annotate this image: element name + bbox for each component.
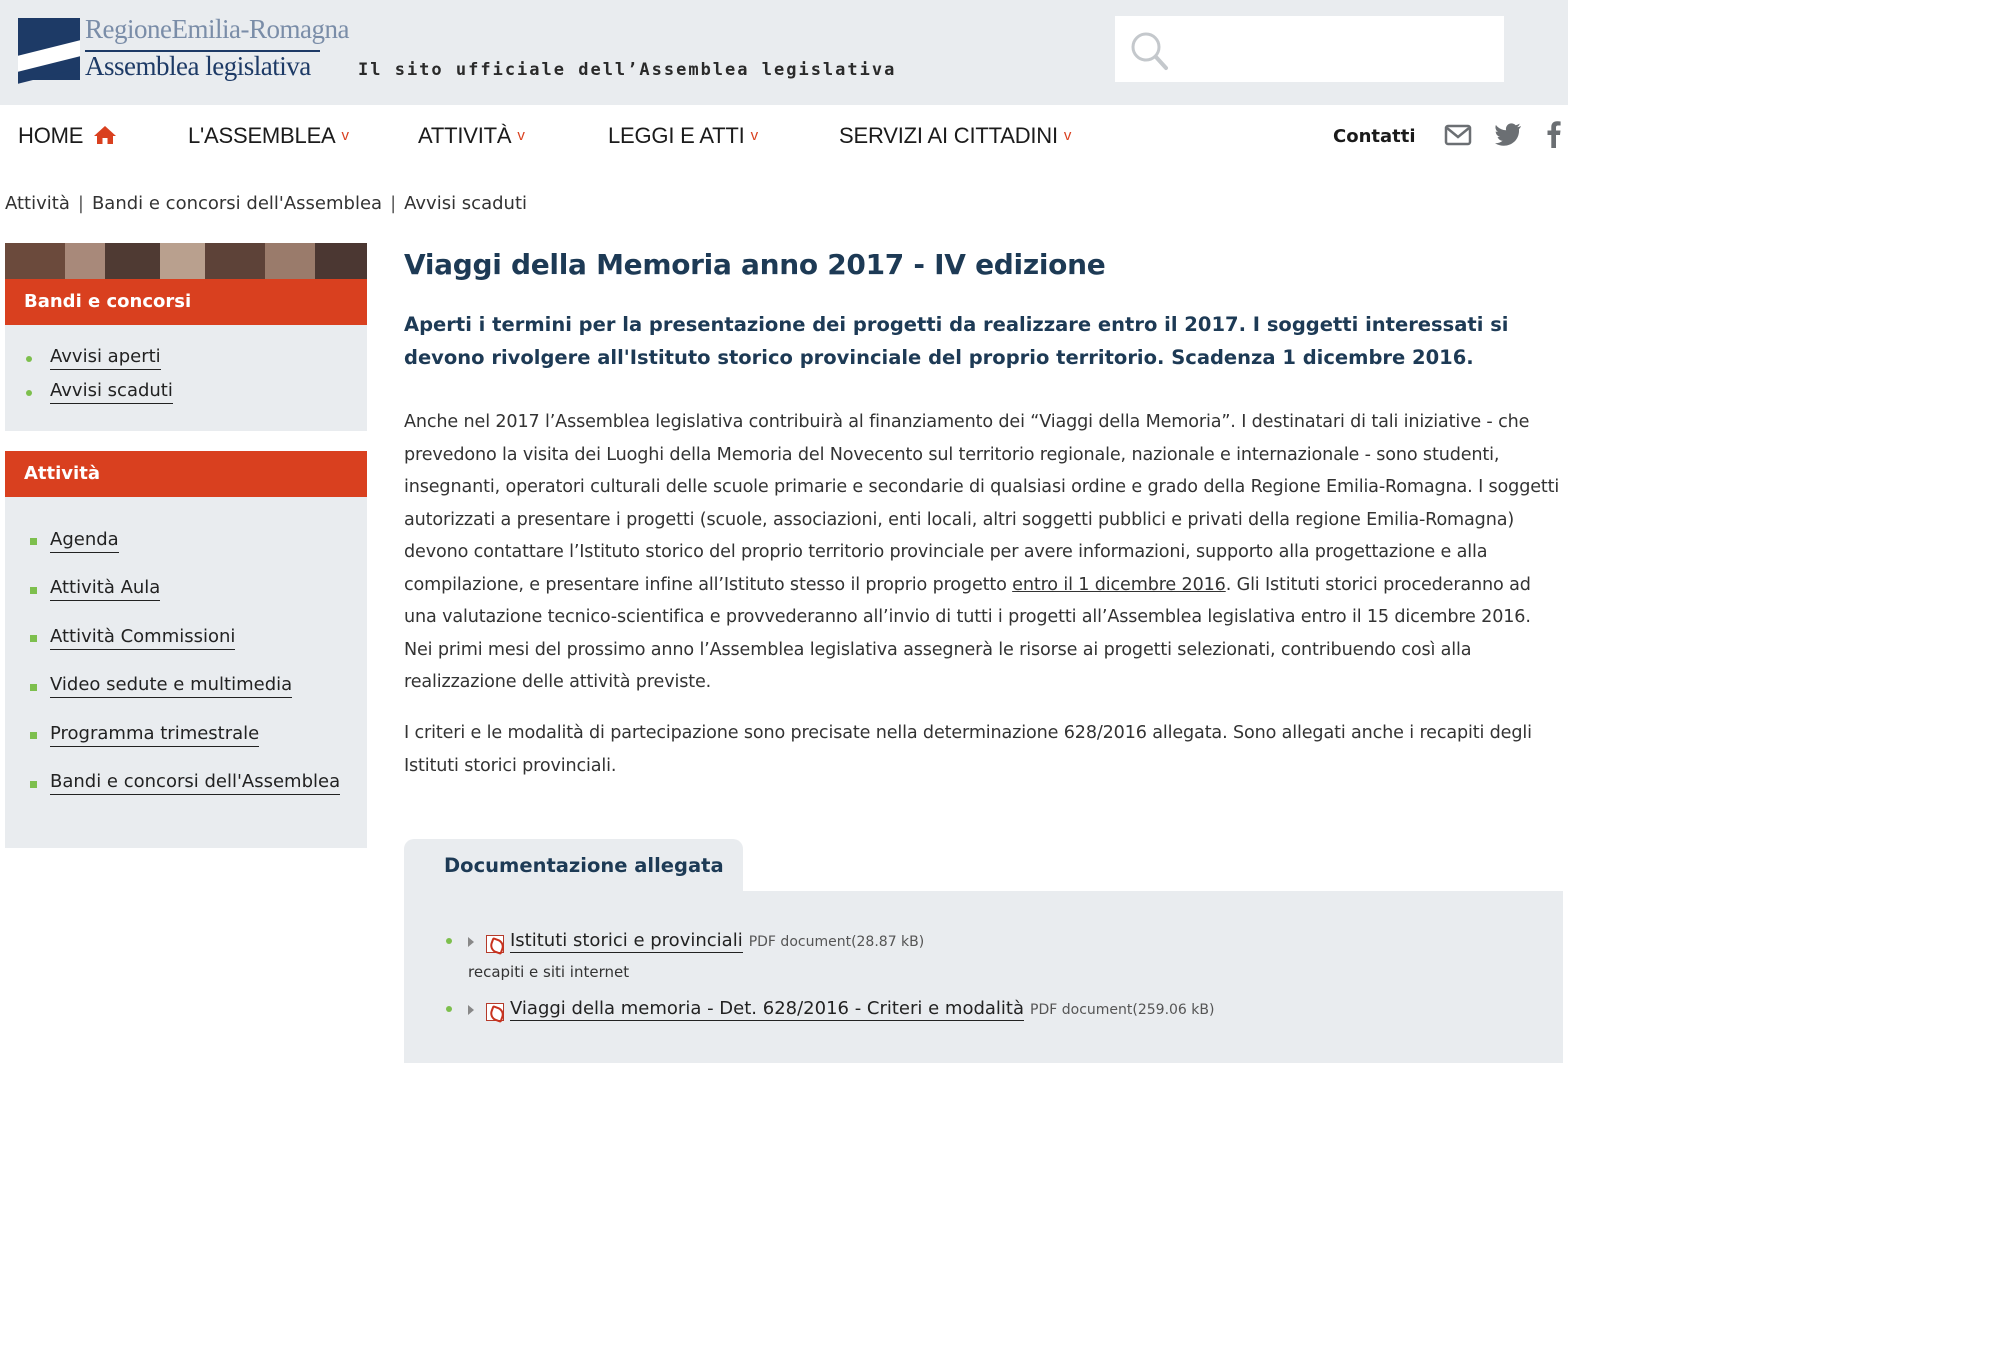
- site-logo[interactable]: RegioneEmilia-Romagna Assemblea legislat…: [16, 14, 349, 86]
- page-title: Viaggi della Memoria anno 2017 - IV ediz…: [404, 248, 1106, 281]
- attachment-item: Viaggi della memoria - Det. 628/2016 - C…: [510, 998, 1215, 1021]
- nav-attivita[interactable]: ATTIVITÀ v: [418, 123, 525, 149]
- deadline-link[interactable]: entro il 1 dicembre 2016: [1012, 575, 1226, 595]
- breadcrumb-item[interactable]: Attività: [5, 193, 70, 214]
- attachments-tab[interactable]: Documentazione allegata: [404, 839, 743, 892]
- attachments-tab-label: Documentazione allegata: [444, 854, 724, 877]
- bullet-icon: [26, 390, 32, 396]
- sidebar-item-avvisi-scaduti[interactable]: Avvisi scaduti: [50, 380, 173, 404]
- article-paragraph: Anche nel 2017 l’Assemblea legislativa c…: [404, 412, 1560, 692]
- chevron-down-icon: v: [341, 127, 350, 144]
- breadcrumb-item[interactable]: Avvisi scaduti: [404, 193, 527, 214]
- sidebar-attivita-panel: Attività Agenda Attività Aula Attività C…: [5, 451, 367, 848]
- bullet-icon: [446, 1006, 452, 1012]
- chevron-down-icon: v: [750, 127, 759, 144]
- bullet-icon: [30, 732, 37, 739]
- sidebar-item-avvisi-aperti[interactable]: Avvisi aperti: [50, 346, 161, 370]
- sidebar-bandi-panel: Bandi e concorsi Avvisi aperti Avvisi sc…: [5, 279, 367, 431]
- facebook-icon[interactable]: [1547, 120, 1561, 148]
- nav-home[interactable]: HOME: [18, 123, 117, 149]
- logo-assembly-text: Assemblea legislativa: [85, 51, 311, 81]
- attachment-meta: PDF document(259.06 kB): [1030, 1002, 1215, 1018]
- breadcrumb-item[interactable]: Bandi e concorsi dell'Assemblea: [92, 193, 382, 214]
- breadcrumb: Attività | Bandi e concorsi dell'Assemblea…: [5, 193, 528, 214]
- attachment-link[interactable]: Istituti storici e provinciali: [510, 930, 743, 953]
- sidebar-item-bandi-concorsi[interactable]: Bandi e concorsi dell'Assemblea: [50, 771, 341, 795]
- sidebar-banner-image: [5, 243, 367, 279]
- twitter-icon[interactable]: [1495, 122, 1523, 146]
- main-nav: HOME L'ASSEMBLEA v ATTIVITÀ v LEGGI E ATTI…: [0, 105, 1568, 167]
- bullet-icon: [26, 356, 32, 362]
- nav-contatti[interactable]: Contatti: [1333, 126, 1416, 147]
- bullet-icon: [30, 635, 37, 642]
- chevron-down-icon: v: [517, 127, 525, 144]
- logo-region-text: RegioneEmilia-Romagna: [85, 14, 349, 44]
- sidebar-bandi-title: Bandi e concorsi: [5, 279, 367, 325]
- bullet-icon: [30, 781, 37, 788]
- site-header: RegioneEmilia-Romagna Assemblea legislat…: [0, 0, 1568, 105]
- sidebar-item-attivita-aula[interactable]: Attività Aula: [50, 577, 161, 601]
- article-lead: Aperti i termini per la presentazione de…: [404, 313, 1509, 369]
- attachment-item: Istituti storici e provinciali PDF docume…: [510, 930, 925, 953]
- bullet-icon: [446, 938, 452, 944]
- attachment-meta: PDF document(28.87 kB): [748, 934, 925, 950]
- site-tagline: Il sito ufficiale dell’Assemblea legisla…: [358, 60, 897, 80]
- attachments-panel: Istituti storici e provinciali PDF docume…: [404, 891, 1563, 1063]
- sidebar-item-attivita-commissioni[interactable]: Attività Commissioni: [50, 626, 236, 650]
- attachment-description: recapiti e siti internet: [468, 963, 630, 981]
- logo-mark-icon: [18, 18, 80, 84]
- nav-servizi-ai-cittadini[interactable]: SERVIZI AI CITTADINI v: [839, 123, 1071, 149]
- expand-arrow-icon[interactable]: [468, 1005, 474, 1015]
- sidebar-item-video-sedute[interactable]: Video sedute e multimedia: [50, 674, 293, 698]
- mail-icon[interactable]: [1444, 123, 1472, 147]
- sidebar-attivita-title: Attività: [5, 451, 367, 497]
- article-paragraph: I criteri e le modalità di partecipazion…: [404, 723, 1532, 776]
- home-icon: [94, 126, 117, 144]
- nav-assemblea[interactable]: L'ASSEMBLEA v: [188, 123, 349, 149]
- pdf-icon: [486, 935, 504, 953]
- bullet-icon: [30, 587, 37, 594]
- pdf-icon: [486, 1003, 504, 1021]
- expand-arrow-icon[interactable]: [468, 937, 474, 947]
- sidebar-item-programma-trimestrale[interactable]: Programma trimestrale: [50, 723, 260, 747]
- sidebar-item-agenda[interactable]: Agenda: [50, 529, 119, 553]
- nav-leggi-e-atti[interactable]: LEGGI E ATTI v: [608, 123, 758, 149]
- search-icon[interactable]: [1129, 30, 1169, 72]
- bullet-icon: [30, 538, 37, 545]
- chevron-down-icon: v: [1063, 127, 1072, 144]
- search-input[interactable]: [1115, 16, 1504, 82]
- attachment-link[interactable]: Viaggi della memoria - Det. 628/2016 - C…: [510, 998, 1025, 1021]
- bullet-icon: [30, 684, 37, 691]
